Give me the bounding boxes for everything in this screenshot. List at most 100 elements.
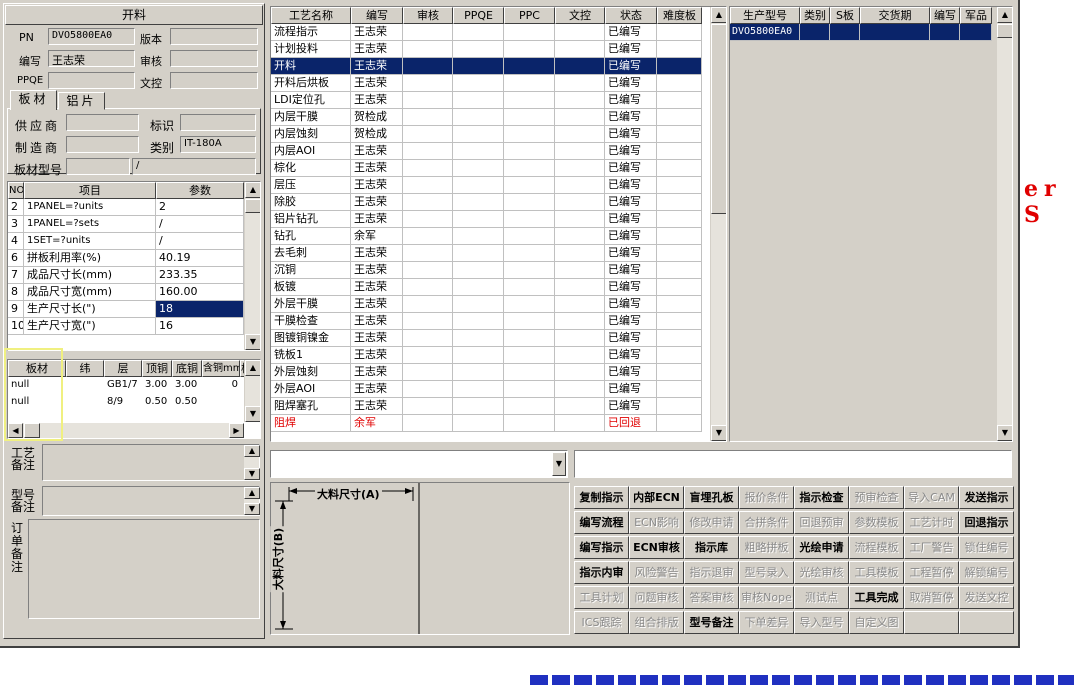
process-col-author[interactable]: 编写 [351,7,403,24]
action-button-4-6[interactable]: 取消暂停 [904,586,959,609]
table-row[interactable]: 阻焊塞孔 王志荣 已编写 [271,398,726,415]
process-col-review[interactable]: 审核 [403,7,453,24]
tab-board[interactable]: 板材 [10,90,57,110]
process-select[interactable]: ▼ [270,450,568,478]
action-button-1-3[interactable]: 合拼条件 [739,511,794,534]
scroll-up-icon[interactable]: ▲ [245,360,260,376]
table-row[interactable]: 3 1PANEL=?sets / [8,216,260,233]
action-button-4-7[interactable]: 发送文控 [959,586,1014,609]
table-row[interactable]: 阻焊 余军 已回退 [271,415,726,432]
board-col-bottom-cu[interactable]: 底铜 [172,360,202,377]
model-col-military[interactable]: 军品 [960,7,992,24]
table-row[interactable]: 2 1PANEL=?units 2 [8,199,260,216]
table-row[interactable]: 6 拼板利用率(%) 40.19 [8,250,260,267]
note-scrollbar[interactable]: ▲ ▼ [243,445,260,480]
scroll-down-icon[interactable]: ▼ [997,425,1012,441]
process-col-status[interactable]: 状态 [605,7,657,24]
param-col-item[interactable]: 项目 [24,182,156,199]
action-button-0-7[interactable]: 发送指示 [959,486,1014,509]
supplier-field[interactable] [66,114,139,131]
table-row[interactable]: 沉铜 王志荣 已编写 [271,262,726,279]
model-select[interactable] [574,450,1012,478]
action-button-0-4[interactable]: 指示检查 [794,486,849,509]
action-button-3-3[interactable]: 型号录入 [739,561,794,584]
board-col-cu-mm[interactable]: 含铜mm [202,360,240,377]
process-col-doc[interactable]: 文控 [555,7,605,24]
model-col-category[interactable]: 类别 [800,7,830,24]
author-field[interactable]: 王志荣 [48,50,135,67]
action-button-2-6[interactable]: 工厂警告 [904,536,959,559]
process-col-name[interactable]: 工艺名称 [271,7,351,24]
scroll-up-icon[interactable]: ▲ [997,7,1012,23]
action-button-3-6[interactable]: 工程暂停 [904,561,959,584]
table-row[interactable]: 干膜检查 王志荣 已编写 [271,313,726,330]
action-button-3-5[interactable]: 工具模板 [849,561,904,584]
table-row[interactable]: 铣板1 王志荣 已编写 [271,347,726,364]
action-button-2-5[interactable]: 流程模板 [849,536,904,559]
process-table-scrollbar[interactable]: ▲ ▼ [710,7,726,441]
table-row[interactable]: 去毛刺 王志荣 已编写 [271,245,726,262]
table-row[interactable]: 8 成品尺寸宽(mm) 160.00 [8,284,260,301]
action-button-4-5[interactable]: 工具完成 [849,586,904,609]
scroll-thumb[interactable] [997,24,1012,38]
action-button-2-2[interactable]: 指示库 [684,536,739,559]
table-row[interactable]: 层压 王志荣 已编写 [271,177,726,194]
scroll-down-icon[interactable]: ▼ [244,468,260,480]
order-note-field[interactable] [28,519,260,619]
action-button-0-1[interactable]: 内部ECN [629,486,684,509]
board-table-vscroll[interactable]: ▲ ▼ [244,360,260,422]
scroll-down-icon[interactable]: ▼ [245,406,260,422]
version-field[interactable] [170,28,258,45]
table-row[interactable]: 内层AOI 王志荣 已编写 [271,143,726,160]
action-button-2-7[interactable]: 锁住编号 [959,536,1014,559]
action-button-5-4[interactable]: 导入型号 [794,611,849,634]
action-button-5-3[interactable]: 下单差异 [739,611,794,634]
mark-field[interactable] [180,114,256,131]
action-button-4-2[interactable]: 答案审核 [684,586,739,609]
board-col-layer[interactable]: 层 [104,360,142,377]
action-button-3-2[interactable]: 指示退审 [684,561,739,584]
action-button-4-4[interactable]: 测试点 [794,586,849,609]
scroll-right-icon[interactable]: ▶ [229,423,244,438]
action-button-0-3[interactable]: 报价条件 [739,486,794,509]
action-button-1-6[interactable]: 工艺计时 [904,511,959,534]
board-col-weft[interactable]: 纬 [66,360,104,377]
action-button-4-1[interactable]: 问题审核 [629,586,684,609]
action-button-2-4[interactable]: 光绘申请 [794,536,849,559]
action-button-2-3[interactable]: 粗略拼板 [739,536,794,559]
action-button-1-0[interactable]: 编写流程 [574,511,629,534]
action-button-3-0[interactable]: 指示内审 [574,561,629,584]
scroll-down-icon[interactable]: ▼ [244,503,260,515]
action-button-0-5[interactable]: 预审检查 [849,486,904,509]
table-row[interactable]: DVO5800EA0 [730,24,1012,41]
action-button-0-2[interactable]: 盲埋孔板 [684,486,739,509]
action-button-2-0[interactable]: 编写指示 [574,536,629,559]
model-col-delivery[interactable]: 交货期 [860,7,930,24]
process-note-field[interactable]: ▲ ▼ [42,444,260,481]
action-button-3-7[interactable]: 解锁编号 [959,561,1014,584]
table-row[interactable]: 流程指示 王志荣 已编写 [271,24,726,41]
table-row[interactable]: 内层蚀刻 贺检成 已编写 [271,126,726,143]
action-button-5-1[interactable]: 组合排版 [629,611,684,634]
model-table-scrollbar[interactable]: ▲ ▼ [996,7,1012,441]
table-row[interactable]: 4 1SET=?units / [8,233,260,250]
doc-field[interactable] [170,72,258,89]
table-row[interactable]: 钻孔 余军 已编写 [271,228,726,245]
action-button-0-0[interactable]: 复制指示 [574,486,629,509]
table-row[interactable]: 7 成品尺寸长(mm) 233.35 [8,267,260,284]
action-button-2-1[interactable]: ECN审核 [629,536,684,559]
table-row[interactable]: 板镀 王志荣 已编写 [271,279,726,296]
scroll-up-icon[interactable]: ▲ [711,7,726,23]
table-row[interactable]: 10 生产尺寸宽(") 16 [8,318,260,335]
model-col-sboard[interactable]: S板 [830,7,860,24]
table-row[interactable]: 开料 王志荣 已编写 [271,58,726,75]
action-button-4-3[interactable]: 审核Nope [739,586,794,609]
pn-field[interactable]: DVO5800EA0 [48,28,135,45]
maker-field[interactable] [66,136,139,153]
table-row[interactable]: 开料后烘板 王志荣 已编写 [271,75,726,92]
table-row[interactable]: 图镀铜镍金 王志荣 已编写 [271,330,726,347]
table-row[interactable]: 铝片钻孔 王志荣 已编写 [271,211,726,228]
chevron-down-icon[interactable]: ▼ [552,452,566,476]
table-row[interactable]: 外层干膜 王志荣 已编写 [271,296,726,313]
process-col-ppqe[interactable]: PPQE [453,7,504,24]
